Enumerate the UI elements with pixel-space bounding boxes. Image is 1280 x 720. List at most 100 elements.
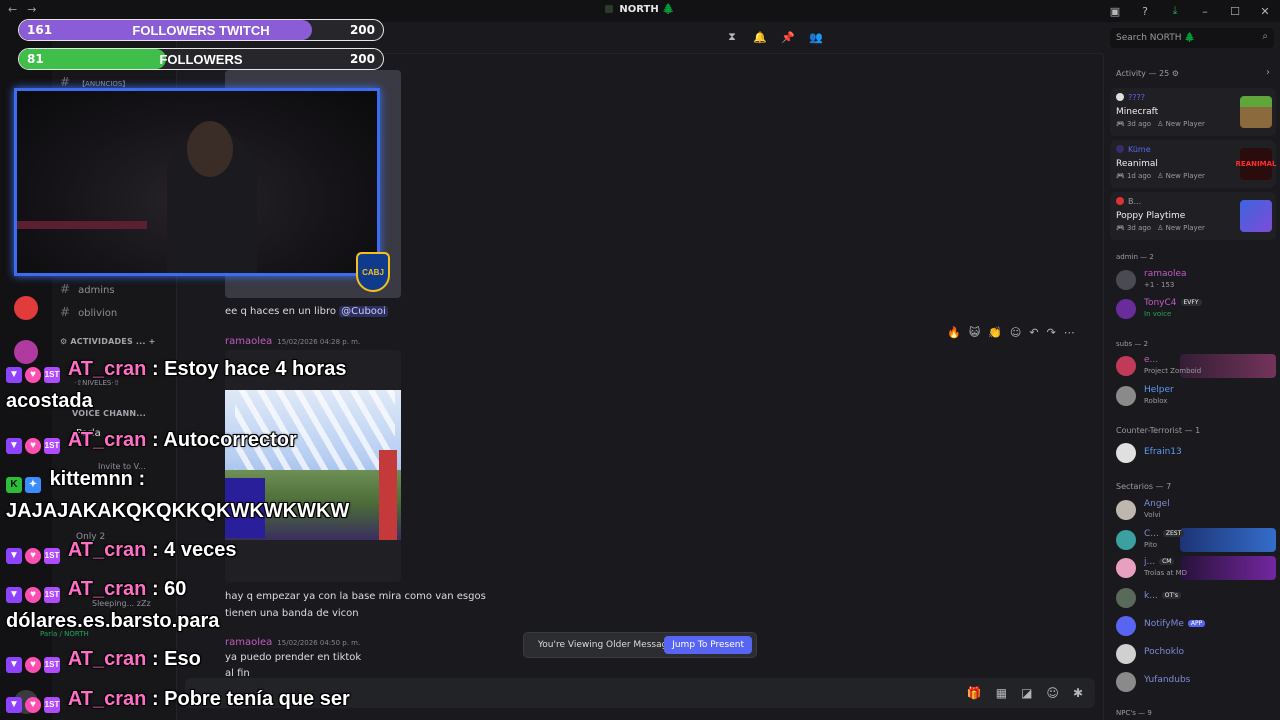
user-mention[interactable]: @Cubooi [339,306,388,317]
stream-chat-continuation: dólares.es.barsto.para [6,610,220,632]
activity-user-name: ???? [1128,93,1145,102]
add-reaction-icon[interactable]: ☺ [1010,326,1021,339]
reanimal-logo-text: REANIMAL [1235,160,1277,168]
reaction-fire-icon[interactable]: 🔥 [947,326,961,339]
chat-username: AT_cran [67,358,147,380]
reply-icon[interactable]: ↶ [1029,326,1038,339]
hash-icon: # [60,305,71,319]
member-activity: Roblox [1144,397,1168,405]
inbox-icon[interactable]: ▣ [1100,0,1130,22]
channel-oblivion[interactable]: # oblivion [60,305,117,319]
emoji-icon[interactable]: ☺ [1046,686,1059,700]
jump-to-present-button[interactable]: Jump To Present [664,636,752,654]
chat-message: : [138,468,146,490]
member-item[interactable]: TonyC4 EVFY In voice [1110,297,1276,321]
category-actividades[interactable]: ⚙ ACTIVIDADES ... + [60,337,156,346]
activity-card[interactable]: Küme Reanimal 🎮 1d ago ♙ New Player REANI… [1110,140,1276,188]
activity-status-text: New Player [1165,120,1205,128]
member-item[interactable]: k... OT's [1110,586,1276,610]
member-item[interactable]: NotifyMe APP [1110,614,1276,638]
webcam-background [17,221,147,229]
minimize-icon[interactable]: – [1190,0,1220,22]
activity-status-text: New Player [1165,224,1205,232]
member-banner [1180,556,1276,580]
member-tag: ZEST [1162,530,1185,537]
heart-badge-icon: ♥ [25,657,41,673]
twitch-badge-icon: ▼ [6,548,22,564]
activity-user[interactable]: Küme [1116,145,1151,154]
heart-badge-icon: ♥ [25,587,41,603]
member-name-row: j... CM [1144,557,1175,567]
activity-user[interactable]: ???? [1116,93,1145,102]
member-name: j... [1144,557,1156,567]
first-badge-icon: 1ST [44,587,60,603]
poppy-playtime-thumbnail [1240,200,1272,232]
apps-icon[interactable]: ✱ [1073,686,1083,700]
download-icon[interactable]: ⤓ [1160,0,1190,22]
threads-icon[interactable]: ⧗ [725,30,739,44]
bell-icon[interactable]: 🔔 [753,30,767,44]
heart-badge-icon: ♥ [25,367,41,383]
goal-target: 200 [349,23,375,37]
server-icon[interactable] [14,296,38,320]
channel-anuncios[interactable]: # 【ANUNCIOS】 [60,75,129,89]
activity-time: 3d ago [1126,120,1152,128]
member-item[interactable]: Efrain13 [1110,441,1276,465]
pin-icon[interactable]: 📌 [781,30,795,44]
avatar [1116,197,1124,205]
member-activity: Pito [1144,541,1158,549]
goal-label: FOLLOWERS TWITCH [132,23,270,38]
activity-card[interactable]: ???? Minecraft 🎮 3d ago ♙ New Player [1110,88,1276,136]
gif-icon[interactable]: ▦ [996,686,1007,700]
channel-admins[interactable]: # admins [60,282,115,296]
reaction-cat-icon[interactable]: 😺 [969,326,980,339]
message-author[interactable]: ramaolea 15/02/2026 04:50 p. m. [225,637,360,648]
forward-icon[interactable]: ↷ [1047,326,1056,339]
gift-icon[interactable]: 🎁 [967,686,982,700]
minecraft-screenshot[interactable] [225,350,401,582]
member-item[interactable]: ramaolea +1 · 153 [1110,268,1276,292]
activity-user[interactable]: B... [1116,197,1141,206]
member-item[interactable]: Angel Volvi [1110,498,1276,522]
message-text: hay q empezar ya con la base mira como v… [225,591,486,602]
search-input[interactable]: Search NORTH 🌲 ⌕ [1110,28,1274,48]
activity-time: 1d ago [1126,172,1152,180]
twitch-badge-icon: ▼ [6,438,22,454]
member-item[interactable]: e... Project Zomboid [1110,354,1276,378]
activity-card[interactable]: B... Poppy Playtime 🎮 3d ago ♙ New Player [1110,192,1276,240]
close-icon[interactable]: ✕ [1250,0,1280,22]
member-activity: In voice [1144,310,1172,318]
member-item[interactable]: Pochoklo [1110,642,1276,666]
message-author[interactable]: ramaolea 15/02/2026 04:28 p. m. [225,336,360,347]
message-timestamp: 15/02/2026 04:28 p. m. [277,338,361,346]
author-name[interactable]: ramaolea [225,336,272,347]
member-item[interactable]: Yufandubs [1110,670,1276,694]
author-name[interactable]: ramaolea [225,637,272,648]
reaction-clap-icon[interactable]: 👏 [988,326,1002,339]
chevron-right-icon[interactable]: › [1266,67,1270,78]
member-item[interactable]: C... ZEST Pito [1110,528,1276,552]
message-text: ee q haces en un libro @Cubooi [225,306,388,317]
stream-chat-continuation: acostada [6,390,93,412]
member-activity: +1 · 153 [1144,281,1175,289]
activity-status: ♙ New Player [1157,120,1205,128]
chat-message: : Eso [151,648,201,670]
heart-badge-icon: ♥ [25,438,41,454]
maximize-icon[interactable]: ☐ [1220,0,1250,22]
member-item[interactable]: j... CM Trolas at MD [1110,556,1276,580]
member-name-row: k... OT's [1144,591,1181,601]
help-icon[interactable]: ? [1130,0,1160,22]
gear-icon[interactable]: ⚙ [1172,69,1179,78]
header-icons: ⧗ 🔔 📌 👥 [725,30,823,44]
kick-badge-icon: K [6,477,22,493]
sticker-icon[interactable]: ◪ [1021,686,1032,700]
chat-message: : Pobre tenía que ser [151,688,350,710]
first-badge-icon: 1ST [44,697,60,713]
member-tag: OT's [1161,592,1181,599]
webcam-person-head [187,121,233,177]
member-activity: Volvi [1144,511,1161,519]
members-icon[interactable]: 👥 [809,30,823,44]
avatar [1116,616,1136,636]
more-icon[interactable]: ⋯ [1064,326,1075,339]
member-item[interactable]: Helper Roblox [1110,384,1276,408]
